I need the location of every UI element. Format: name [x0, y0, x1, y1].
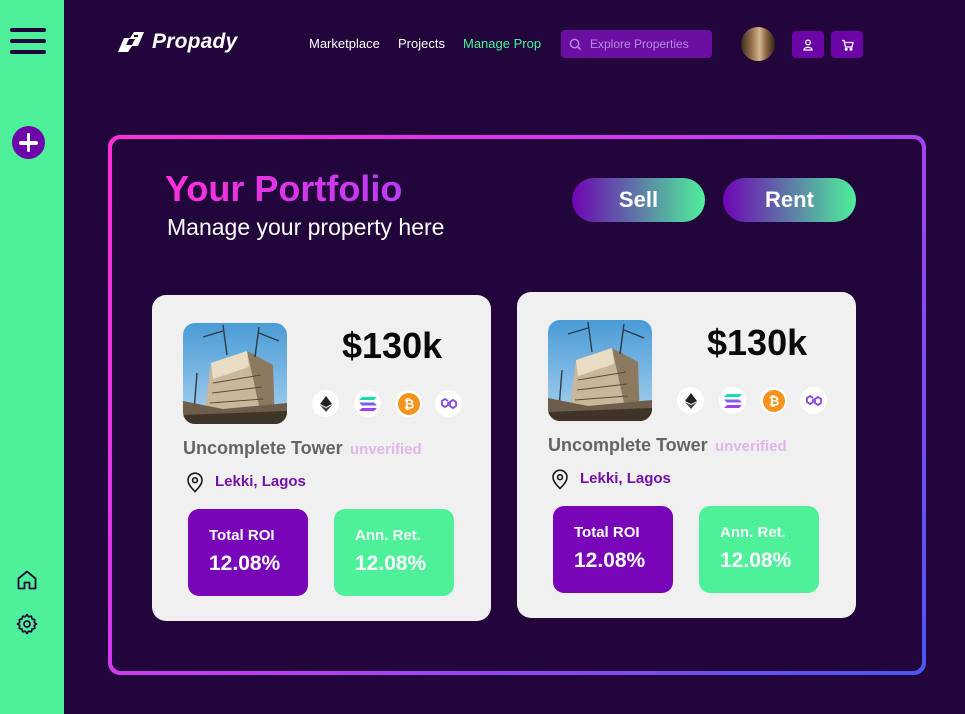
logo-icon: [118, 32, 144, 52]
roi-value: 12.08%: [574, 549, 646, 572]
cart-button[interactable]: [831, 31, 863, 58]
brand-logo[interactable]: Propady: [114, 30, 237, 54]
roi-label: Total ROI: [209, 527, 275, 544]
search-icon: [569, 38, 582, 50]
settings-icon[interactable]: [15, 612, 39, 636]
bitcoin-icon: ₿: [760, 387, 787, 414]
return-value: 12.08%: [720, 549, 792, 572]
property-card[interactable]: $130k ₿ Uncomplete Tower unverified Lekk…: [152, 295, 491, 621]
search-bar[interactable]: [561, 30, 712, 58]
nav-projects[interactable]: Projects: [398, 36, 445, 51]
avatar[interactable]: [741, 27, 775, 61]
search-input[interactable]: [590, 37, 705, 51]
return-label: Ann. Ret.: [720, 524, 786, 541]
return-label: Ann. Ret.: [355, 527, 421, 544]
return-value: 12.08%: [355, 552, 427, 575]
status-badge: unverified: [350, 441, 422, 458]
property-price: $130k: [342, 325, 443, 366]
total-roi-box: Total ROI 12.08%: [188, 509, 308, 596]
status-badge: unverified: [715, 438, 787, 455]
sell-button[interactable]: Sell: [572, 178, 705, 222]
cart-icon: [841, 39, 854, 51]
polygon-icon: [435, 390, 462, 417]
solana-icon: [719, 387, 746, 414]
ethereum-icon: [677, 387, 704, 414]
property-name: Uncomplete Tower: [183, 438, 343, 458]
page-subtitle: Manage your property here: [167, 214, 445, 240]
property-location: Lekki, Lagos: [580, 470, 671, 487]
property-name: Uncomplete Tower: [548, 435, 708, 455]
property-image: [548, 320, 652, 421]
page-title: Your Portfolio: [165, 168, 403, 209]
roi-value: 12.08%: [209, 552, 281, 575]
roi-label: Total ROI: [574, 524, 640, 541]
annual-return-box: Ann. Ret. 12.08%: [334, 509, 454, 596]
polygon-icon: [800, 387, 827, 414]
svg-text:₿: ₿: [768, 394, 779, 409]
location-pin-icon: [187, 472, 203, 493]
add-icon[interactable]: [12, 126, 45, 159]
sidebar: [0, 0, 64, 714]
property-price: $130k: [707, 322, 808, 363]
nav-marketplace[interactable]: Marketplace: [309, 36, 380, 51]
property-card[interactable]: $130k ₿ Uncomplete Tower unverified Lekk…: [517, 292, 856, 618]
svg-text:₿: ₿: [403, 397, 414, 412]
solana-icon: [354, 390, 381, 417]
location-pin-icon: [552, 469, 568, 490]
user-icon: [803, 39, 813, 51]
bitcoin-icon: ₿: [395, 390, 422, 417]
property-image: [183, 323, 287, 424]
ethereum-icon: [312, 390, 339, 417]
home-icon[interactable]: [15, 568, 39, 592]
user-button[interactable]: [792, 31, 824, 58]
menu-icon[interactable]: [10, 28, 46, 56]
annual-return-box: Ann. Ret. 12.08%: [699, 506, 819, 593]
brand-name: Propady: [152, 30, 238, 53]
property-location: Lekki, Lagos: [215, 473, 306, 490]
total-roi-box: Total ROI 12.08%: [553, 506, 673, 593]
nav-manage-prop[interactable]: Manage Prop: [463, 36, 541, 51]
rent-button[interactable]: Rent: [723, 178, 856, 222]
